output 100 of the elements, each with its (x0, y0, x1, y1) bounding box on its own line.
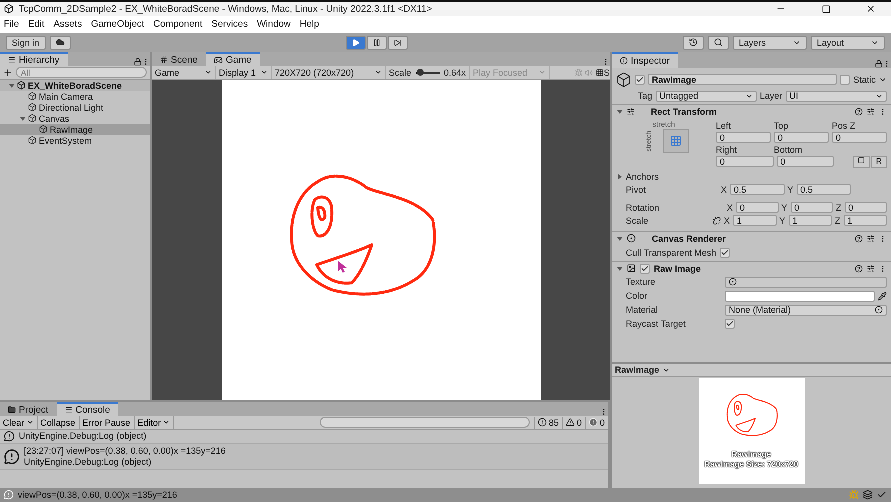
foldout-arrow-icon[interactable] (616, 173, 623, 180)
help-icon (855, 108, 863, 116)
inspector-tab[interactable]: Inspector (612, 52, 678, 68)
history-icon (689, 38, 698, 47)
lock-icon (134, 58, 142, 66)
layer-dropdown[interactable]: UI (786, 90, 887, 102)
number-field[interactable]: 0 (716, 132, 771, 143)
info-icon (620, 57, 628, 65)
layers-dropdown[interactable]: Layers (733, 36, 807, 50)
dotted-square-icon (858, 157, 866, 164)
blueprint-button[interactable] (853, 156, 870, 168)
number-field[interactable]: 0 (832, 132, 887, 143)
pivot-label: Pivot (626, 184, 648, 194)
pause-icon (372, 38, 381, 46)
view-dropdown[interactable]: Game (152, 66, 216, 79)
preview-size: RawImage Size: 720x720 (704, 460, 798, 470)
hierarchy-item[interactable]: EX_WhiteBoradScene (0, 80, 150, 91)
hierarchy-item[interactable]: Canvas (0, 113, 150, 124)
step-button[interactable] (388, 36, 408, 50)
number-field[interactable]: 0.5 (730, 184, 784, 195)
search-field[interactable]: All (16, 67, 147, 78)
foldout-arrow-icon[interactable] (616, 235, 623, 242)
console-button[interactable]: Clear (0, 416, 38, 429)
menu-item[interactable]: Window (257, 19, 291, 30)
number-field[interactable]: 0 (844, 202, 887, 213)
slider-thumb[interactable] (416, 69, 424, 76)
list-icon (8, 56, 16, 64)
field-label: Pos Z (832, 120, 857, 130)
play-button[interactable] (346, 36, 366, 50)
console-button[interactable]: Error Pause (80, 416, 135, 429)
checkbox[interactable] (720, 248, 730, 258)
picker-icon (875, 306, 883, 314)
number-field[interactable]: 0 (774, 132, 829, 143)
checkbox[interactable] (725, 319, 735, 329)
log-source: UnityEngine.Debug:Log (object) (19, 431, 147, 442)
number-field[interactable]: 0 (736, 202, 778, 213)
display-dropdown[interactable]: Display 1 (216, 66, 272, 79)
number-field[interactable]: 0 (776, 156, 834, 167)
number-field[interactable]: 0 (790, 202, 833, 213)
menu-item[interactable]: Assets (54, 19, 82, 30)
object-field[interactable] (725, 276, 887, 288)
menu-item[interactable]: Edit (28, 19, 45, 30)
tag-dropdown[interactable]: Untagged (656, 90, 757, 102)
anchors-foldout[interactable]: Anchors (626, 172, 660, 182)
hierarchy-item[interactable]: Directional Light (0, 102, 150, 113)
sign-in-button[interactable]: Sign in (6, 36, 46, 50)
property-label: Texture (626, 277, 657, 287)
layout-dropdown[interactable]: Layout (811, 36, 885, 50)
stats-label[interactable]: S (604, 68, 610, 78)
field-label: Right (716, 144, 738, 154)
pause-button[interactable] (366, 36, 387, 50)
cloud-icon (56, 38, 65, 47)
object-field[interactable]: None (Material) (725, 304, 887, 316)
menu-item[interactable]: File (4, 19, 20, 30)
checkbox[interactable] (635, 74, 645, 84)
foldout-arrow-icon[interactable] (19, 115, 26, 122)
raw-edit-button[interactable]: R (871, 156, 888, 168)
number-field[interactable]: 0 (716, 156, 774, 167)
cull-label: Cull Transparent Mesh (626, 248, 717, 258)
cursor-icon (338, 261, 346, 273)
name-field[interactable]: RawImage (648, 74, 838, 85)
number-field[interactable]: 1 (788, 215, 832, 226)
axis-label: Z (836, 202, 842, 212)
search-button[interactable] (708, 36, 729, 50)
history-button[interactable] (683, 36, 704, 50)
anchor-preset-button[interactable] (663, 129, 689, 153)
layer-label: Layer (760, 91, 783, 101)
cloud-button[interactable] (50, 36, 71, 50)
number-field[interactable]: 1 (733, 215, 776, 226)
view-tab[interactable]: Game (206, 52, 260, 66)
hierarchy-item[interactable]: RawImage (0, 124, 150, 135)
color-field[interactable] (725, 290, 875, 302)
warning-count: 0 (576, 418, 582, 428)
menu-item[interactable]: Services (212, 19, 248, 30)
checkbox[interactable] (640, 264, 650, 274)
foldout-arrow-icon[interactable] (616, 265, 623, 272)
help-icon (855, 264, 863, 272)
number-field[interactable]: 1 (844, 215, 887, 226)
foldout-arrow-icon[interactable] (616, 108, 623, 115)
foldout-arrow-icon[interactable] (8, 82, 15, 89)
lock-icon (875, 60, 883, 68)
preview-title[interactable]: RawImage (615, 365, 660, 375)
menu-item[interactable]: Component (154, 19, 203, 30)
number-field[interactable]: 0.5 (796, 184, 851, 195)
menu-item[interactable]: GameObject (91, 19, 145, 30)
folder-icon (8, 406, 16, 414)
checkbox[interactable] (840, 74, 850, 84)
hierarchy-item[interactable]: Main Camera (0, 91, 150, 102)
console-search-field[interactable] (320, 417, 530, 428)
resolution-dropdown[interactable]: 720X720 (720x720) (272, 66, 386, 79)
property-label: Color (626, 291, 649, 301)
menu-item[interactable]: Help (300, 19, 320, 30)
console-button[interactable]: Editor (134, 416, 174, 429)
hierarchy-tab[interactable]: Hierarchy (0, 52, 68, 66)
console-tab[interactable]: Console (56, 402, 118, 416)
console-button[interactable]: Collapse (38, 416, 80, 429)
hierarchy-item[interactable]: EventSystem (0, 135, 150, 146)
plus-icon (3, 68, 13, 78)
property-label: Material (626, 305, 660, 315)
log-source: UnityEngine.Debug:Log (object) (24, 456, 153, 468)
